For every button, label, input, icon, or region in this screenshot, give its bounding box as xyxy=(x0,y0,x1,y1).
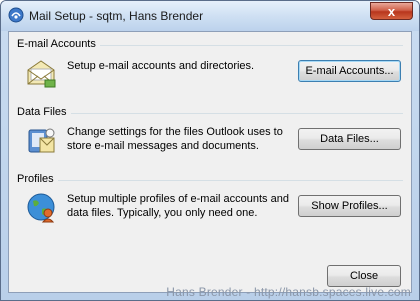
watermark-text: Hans Brender - http://hansb.spaces.live.… xyxy=(166,285,411,299)
dialog-client-area: E-mail Accounts Setup e-mail accounts an… xyxy=(8,31,412,293)
data-files-description: Change settings for the files Outlook us… xyxy=(67,126,283,152)
profiles-divider xyxy=(17,180,403,181)
mail-setup-app-icon xyxy=(8,7,24,23)
window-close-button[interactable]: x xyxy=(370,2,413,20)
data-files-divider xyxy=(17,113,403,114)
profiles-globe-icon xyxy=(27,193,55,223)
mail-setup-window: Mail Setup - sqtm, Hans Brender x E-mail… xyxy=(0,0,420,301)
title-bar[interactable]: Mail Setup - sqtm, Hans Brender x xyxy=(1,1,419,31)
email-accounts-description: Setup e-mail accounts and directories. xyxy=(67,60,255,72)
profiles-heading: Profiles xyxy=(17,173,58,185)
email-envelope-icon xyxy=(27,60,56,88)
data-files-heading: Data Files xyxy=(17,106,71,118)
email-accounts-button[interactable]: E-mail Accounts... xyxy=(298,60,401,82)
close-icon: x xyxy=(387,4,396,19)
email-accounts-heading: E-mail Accounts xyxy=(17,38,100,50)
data-files-icon xyxy=(28,128,55,153)
close-button[interactable]: Close xyxy=(327,265,401,287)
data-files-button[interactable]: Data Files... xyxy=(298,128,401,150)
profiles-description: Setup multiple profiles of e-mail accoun… xyxy=(67,193,289,219)
show-profiles-button[interactable]: Show Profiles... xyxy=(298,195,401,217)
window-title: Mail Setup - sqtm, Hans Brender xyxy=(29,9,204,23)
